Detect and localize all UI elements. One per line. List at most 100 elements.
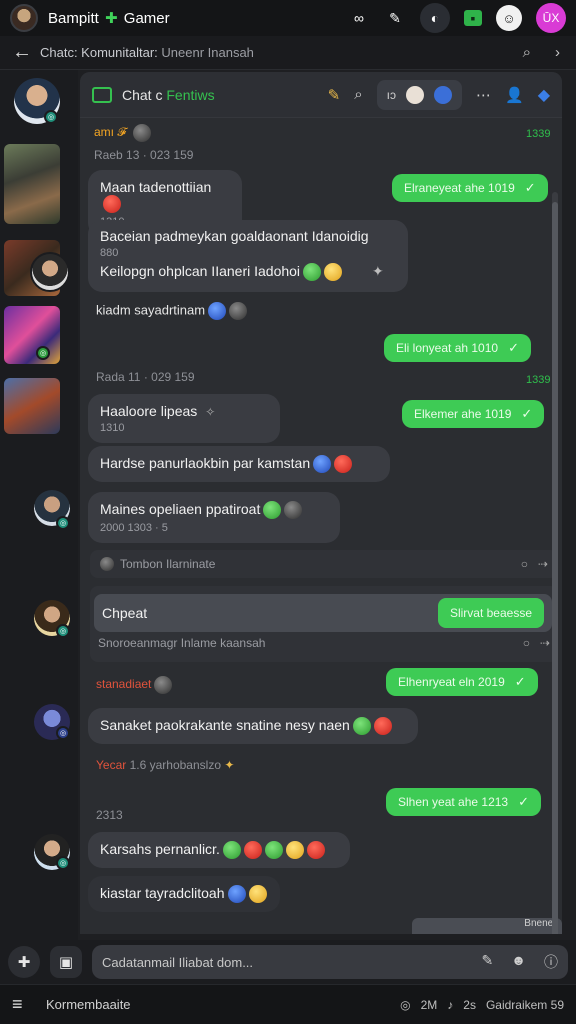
clock-icon: ○ <box>520 557 528 571</box>
preview-chip[interactable]: Bnenet <box>412 918 562 934</box>
scrollbar[interactable] <box>552 192 558 934</box>
sender-name[interactable]: amı 𝓕 <box>94 125 126 139</box>
online-badge: ◎ <box>56 624 70 638</box>
mic-icon[interactable]: ♪ <box>447 998 453 1012</box>
profile-badge[interactable]: ŪX <box>536 3 566 33</box>
shield-icon[interactable]: ◆ <box>538 85 550 105</box>
chat-header: Chat c Fentiws ✎ ⌕ ıɔ ⋯ 👤 ◆ <box>80 72 562 118</box>
search-icon[interactable]: ⌕ <box>354 86 362 103</box>
reply-panel: Chpeat Slirvat beaesse Snoroeanmagr Inla… <box>90 586 558 662</box>
online-badge: ◎ <box>56 726 70 740</box>
game-avatar-icon[interactable]: ◐ <box>420 3 450 33</box>
pin-icon[interactable]: ✎ <box>328 86 341 104</box>
incoming-message[interactable]: Hardse panurlaokbin par kamstan <box>88 446 390 483</box>
message-sub: 1310 <box>100 422 125 434</box>
info-icon[interactable]: ⓘ <box>544 952 558 972</box>
online-badge: ◎ <box>56 516 70 530</box>
incoming-message[interactable]: Baceian padmeykan goaldaonant Idanoidig … <box>88 220 408 292</box>
message-text: Karsahs pernanlicr. <box>100 841 220 857</box>
more-icon[interactable]: ⋯ <box>476 86 491 104</box>
add-icon[interactable]: ✚ <box>8 946 40 978</box>
online-badge: ◎ <box>44 110 58 124</box>
infinity-icon[interactable]: ∞ <box>348 7 370 29</box>
emoji-icon <box>103 195 121 214</box>
incoming-message[interactable]: Haaloore lipeas ✧ 1310 <box>88 394 280 443</box>
emoji-icon <box>284 501 303 520</box>
outgoing-message[interactable]: Slhen yeat ahe 1213 ✓ <box>386 788 541 816</box>
reply-box[interactable]: Chpeat Slirvat beaesse <box>94 594 552 632</box>
incoming-message[interactable]: Karsahs pernanlicr. <box>88 832 350 869</box>
outgoing-message[interactable]: Elhenryeat eln 2019 ✓ <box>386 668 538 696</box>
chat-title: Chat c Fentiws <box>122 87 215 103</box>
message-text: Hardse panurlaokbin par kamstan <box>100 455 311 471</box>
incoming-message[interactable]: kiastar tayradclitoah <box>88 876 280 913</box>
message-text: Elkemer ahe 1019 <box>414 407 512 421</box>
sender-name[interactable]: stanadiaet <box>96 677 151 691</box>
incoming-message[interactable]: Maines opeliaen ppatiroat 2000 1303 · 5 <box>88 492 340 544</box>
app-logo-icon: ✚ <box>105 10 118 27</box>
message-text: Haaloore lipeas <box>100 403 198 419</box>
green-square-icon[interactable]: ▪ <box>464 10 482 26</box>
emoji-icon <box>208 302 227 320</box>
emoji-icon <box>132 124 151 142</box>
bottom-stat-a: 2M <box>420 997 438 1012</box>
message-header: amı 𝓕 <box>94 124 151 142</box>
breadcrumb-b[interactable]: Uneenr Inansah <box>161 45 254 60</box>
reply-button[interactable]: Slirvat beaesse <box>437 598 544 628</box>
outgoing-message[interactable]: Elraneyeat ahe 1019 ✓ <box>392 174 548 202</box>
message-text: Sanaket paokrakante snatine nesy naen <box>100 717 350 733</box>
reaction-icon: ✧ <box>205 405 216 419</box>
outgoing-message[interactable]: Elkemer ahe 1019 ✓ <box>402 400 545 428</box>
emoji-icon <box>306 841 325 860</box>
plain-message[interactable]: kiadm sayadrtinam <box>96 302 248 320</box>
sidebar-game-thumb-3[interactable] <box>4 306 60 364</box>
check-icon: ✓ <box>518 794 529 809</box>
emoji-icon <box>313 455 332 474</box>
app-title: Bampitt ✚ Gamer <box>48 9 348 27</box>
sidebar-game-thumb-4[interactable] <box>4 378 60 434</box>
scrollbar-thumb[interactable] <box>552 202 558 934</box>
chevron-right-icon[interactable]: › <box>555 44 560 61</box>
sticker-icon[interactable]: ✎ <box>482 952 494 972</box>
message-sub: 2000 1303 · 5 <box>100 522 168 535</box>
breadcrumb-a[interactable]: Chatc: Komunitaltar: <box>40 45 158 60</box>
tool-icon[interactable]: ✎ <box>384 7 406 29</box>
menu-icon[interactable]: ≡ <box>12 994 46 1015</box>
nav-bar: ← Chatc: Komunitaltar: Uneenr Inansah ⌕ … <box>0 36 576 70</box>
sender-name[interactable]: Yecar <box>96 758 126 772</box>
emoji-picker-icon[interactable]: ☻ <box>511 952 526 972</box>
sidebar-avatar-2[interactable] <box>30 252 70 292</box>
check-icon: ✓ <box>524 180 536 195</box>
incoming-message[interactable]: Sanaket paokrakante snatine nesy naen <box>88 708 418 745</box>
bottom-bar-label[interactable]: Kormembaaite <box>46 997 400 1012</box>
emoji-icon <box>373 717 392 736</box>
share-icon[interactable]: ⇢ <box>540 636 550 650</box>
message-text: Eli lonyeat ah 1010 <box>396 341 499 355</box>
emoji-icon <box>263 501 282 520</box>
emoji-icon <box>229 302 248 320</box>
gif-icon[interactable]: ▣ <box>50 946 82 978</box>
share-icon[interactable]: ⇢ <box>538 557 548 571</box>
message-time: 1339 <box>526 128 551 140</box>
message-text: Elhenryeat eln 2019 <box>398 675 505 689</box>
check-icon: ✓ <box>514 674 526 689</box>
members-icon[interactable]: 👤 <box>505 86 524 104</box>
outgoing-message[interactable]: Eli lonyeat ah 1010 ✓ <box>384 334 531 362</box>
react-icon[interactable]: ✦ <box>372 263 384 279</box>
message-meta: 2313 <box>96 808 123 822</box>
member-avatar-icon <box>406 85 424 104</box>
search-icon[interactable]: ⌕ <box>523 44 531 61</box>
message-text: kiadm sayadrtinam <box>96 302 206 318</box>
emoji-icon <box>334 455 353 474</box>
app-title-part-b: Gamer <box>123 10 170 27</box>
message-header: Yecar 1.6 yarhobanslzo ✦ <box>96 758 234 772</box>
message-input[interactable]: Cadatanmail Iliabat dom... ✎ ☻ ⓘ <box>92 945 568 979</box>
message-text: Keilopgn ohplcan IIaneri Iadohoi <box>100 263 301 279</box>
user-avatar[interactable] <box>10 4 38 32</box>
back-arrow-icon[interactable]: ← <box>12 41 40 64</box>
sidebar-game-thumb-1[interactable] <box>4 144 60 224</box>
composer: ✚ ▣ Cadatanmail Iliabat dom... ✎ ☻ ⓘ <box>0 940 576 984</box>
channel-icon <box>92 86 112 103</box>
face-icon[interactable]: ☺ <box>496 5 522 31</box>
members-pill[interactable]: ıɔ <box>376 79 462 110</box>
